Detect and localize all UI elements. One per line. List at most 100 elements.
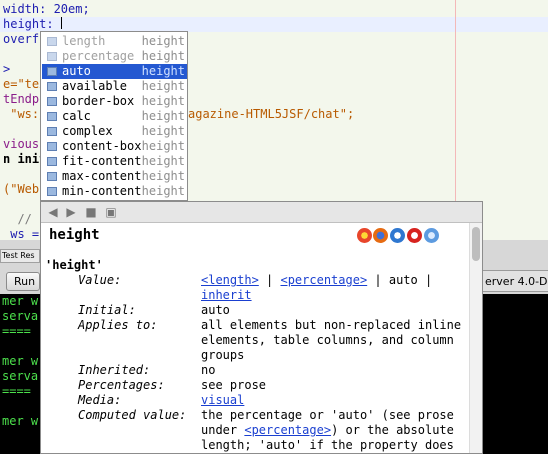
separator: | [258,273,281,287]
completion-label: length [62,34,106,48]
initial-value: auto [201,303,230,317]
css-value-icon [47,187,57,196]
opera-icon [407,228,422,243]
completion-item-percentage[interactable]: percentage height [42,49,187,64]
firefox-icon [373,228,388,243]
computed-value-text: the percentage or 'auto' (see prose unde… [201,408,463,453]
completion-item-complex[interactable]: complex height [42,124,187,139]
inherited-label: Inherited: [78,363,151,377]
inherit-link[interactable]: inherit [201,288,252,302]
tab-label: Test Res [2,251,35,260]
completion-item-content-box[interactable]: content-box height [42,139,187,154]
code-line-1: width: 20em; [3,2,90,16]
css-value-icon [47,52,57,61]
console-line: mer w [2,354,39,368]
scrollbar-thumb[interactable] [472,227,480,261]
console-line: ==== [2,384,31,398]
completion-item-calc[interactable]: calc height [42,109,187,124]
value-label: Value: [78,273,122,287]
completion-label: fit-content [62,154,142,168]
completion-label: percentage [62,49,135,63]
code-completion-popup: length height percentage height auto hei… [40,31,188,201]
media-value: visual [201,393,463,408]
doc-title: height [49,227,100,243]
completion-item-length[interactable]: length height [42,34,187,49]
separator: | auto | [367,273,433,287]
completion-item-min-content[interactable]: min-content height [42,184,187,199]
completion-label: calc [62,109,91,123]
server-output-tab[interactable]: erver 4.0-D [483,270,548,292]
console-line: serva [2,309,39,323]
console-line: ==== [2,324,31,338]
code-line-8-tail: agazine-HTML5JSF/chat"; [188,107,355,121]
documentation-popup: ◀ ▶ ■ ▣ height 'height' Value: <length> … [40,201,483,454]
code-line-5: > [3,62,11,76]
completion-kind: height [141,169,185,183]
property-name: 'height' [45,258,103,272]
doc-scrollbar[interactable] [469,223,482,453]
completion-kind: height [141,94,185,108]
doc-toolbar: ◀ ▶ ■ ▣ [41,202,482,223]
percentage-link-2[interactable]: <percentage> [244,423,331,437]
completion-item-auto[interactable]: auto height [42,64,187,79]
completion-label: auto [62,64,91,78]
back-icon[interactable]: ◀ [46,205,60,219]
css-value-icon [47,82,57,91]
applies-to-label: Applies to: [78,318,158,332]
completion-label: max-content [62,169,142,183]
forward-icon[interactable]: ▶ [64,205,78,219]
css-value-icon [47,67,57,76]
value-text: <length> | <percentage> | auto | inherit [201,273,463,303]
initial-label: Initial: [78,303,136,317]
completion-label: min-content [62,184,142,198]
computed-value-label: Computed value: [78,408,187,422]
stop-icon[interactable]: ■ [84,205,98,219]
completion-kind: height [141,64,185,78]
css-value-icon [47,157,57,166]
percentage-link[interactable]: <percentage> [280,273,367,287]
console-line: mer w [2,294,39,308]
code-line-2: height: [3,17,62,31]
run-button[interactable]: Run [6,272,40,291]
current-line-highlight [0,17,548,32]
visual-link[interactable]: visual [201,393,244,407]
ie-icon [390,228,405,243]
css-value-icon [47,127,57,136]
completion-label: border-box [62,94,135,108]
percentages-value: see prose [201,378,267,392]
completion-kind: height [141,184,185,198]
open-in-browser-icon[interactable]: ▣ [104,205,118,219]
media-label: Media: [78,393,122,407]
completion-kind: height [141,49,185,63]
completion-item-fit-content[interactable]: fit-content height [42,154,187,169]
server-tab-label: erver 4.0-D [485,275,548,288]
completion-item-available[interactable]: available height [42,79,187,94]
console-line: mer w [2,414,39,428]
code-line-3: overf [3,32,40,46]
css-value-icon [47,172,57,181]
completion-kind: height [141,124,185,138]
completion-item-border-box[interactable]: border-box height [42,94,187,109]
completion-kind: height [141,109,185,123]
console-line: serva [2,369,39,383]
css-value-icon [47,142,57,151]
completion-kind: height [141,34,185,48]
css-value-icon [47,112,57,121]
applies-to-value: all elements but non-replaced inline ele… [201,318,462,362]
completion-kind: height [141,139,185,153]
completion-label: available [62,79,128,93]
text-caret [60,17,62,29]
inherited-value: no [201,363,216,377]
run-button-label: Run [14,275,36,288]
chrome-icon [357,228,372,243]
percentages-label: Percentages: [78,378,165,392]
safari-icon [424,228,439,243]
completion-kind: height [141,79,185,93]
css-value-icon [47,37,57,46]
browser-support-icons [357,227,441,245]
completion-item-max-content[interactable]: max-content height [42,169,187,184]
completion-label: complex [62,124,113,138]
tab-test-results[interactable]: Test Res [0,249,40,263]
completion-label: content-box [62,139,142,153]
length-link[interactable]: <length> [201,273,259,287]
